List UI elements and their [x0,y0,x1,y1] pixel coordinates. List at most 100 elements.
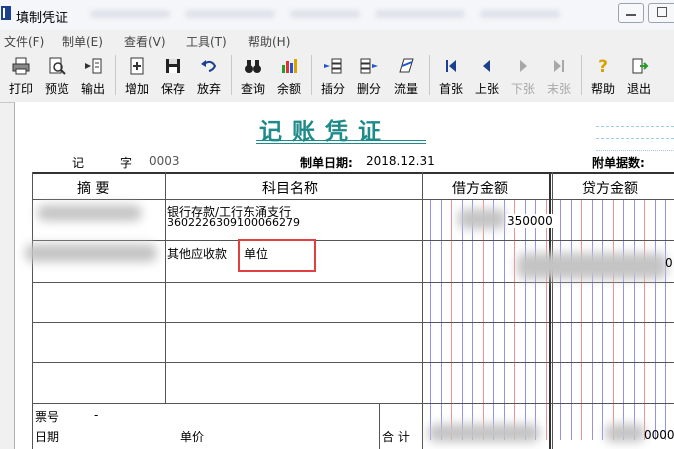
total-label: 合 计 [382,430,410,444]
amount-digit-line [482,200,484,440]
balance-button[interactable]: 余额 [271,53,307,100]
amount-digit-line [602,200,603,440]
menu-help[interactable]: 帮助(H) [248,33,290,50]
toolbar-separator [429,55,430,95]
save-label: 保存 [160,82,185,96]
amount-digit-line [472,200,473,440]
amount-digit-line [581,200,582,440]
insert-entry-label: 插分 [320,82,345,96]
voucher-date[interactable]: 2018.12.31 [366,154,435,168]
last-label: 末张 [546,82,571,96]
last-icon [554,60,564,72]
binoculars-icon [245,60,261,73]
insert-row-icon [324,58,342,74]
ticket-no-label: 票号 [35,410,60,424]
amount-digit-line [560,200,561,440]
amount-digit-line [612,200,614,440]
minimize-button[interactable] [618,3,644,23]
ticket-no-value: - [94,408,99,422]
dashed-guide [596,126,674,127]
amount-digit-line [633,200,635,440]
bar-chart-icon [282,59,297,73]
preview-button[interactable]: 预览 [39,53,75,100]
help-button[interactable]: ? 帮助 [585,53,621,100]
redacted-summary [25,244,157,262]
amount-digit-line [451,200,452,440]
exit-label: 退出 [626,82,651,96]
title-underline [256,140,426,141]
export-icon [85,58,102,74]
svg-text:?: ? [598,57,608,76]
redacted-total [428,424,540,442]
blurred-tab [290,10,360,18]
delete-entry-button[interactable]: 删分 [351,53,387,100]
export-button[interactable]: 输出 [75,53,111,100]
print-button[interactable]: 打印 [3,53,39,100]
grid-line [32,282,674,283]
menu-view[interactable]: 查看(V) [124,33,166,50]
toolbar-separator [231,55,232,95]
magnifier-icon [49,57,66,75]
exit-door-icon [632,58,649,74]
voucher-number-label: 字 [120,156,133,170]
last-button[interactable]: 末张 [541,53,577,100]
amount-digit-line [535,200,536,440]
question-icon: ? [598,57,608,76]
insert-entry-button[interactable]: 插分 [315,53,351,100]
header-account: 科目名称 [262,181,318,197]
toolbar-separator [581,55,582,95]
cash-flow-icon [399,58,414,73]
exit-button[interactable]: 退出 [621,53,657,100]
toolbar-separator [115,55,116,95]
add-button[interactable]: 增加 [119,53,155,100]
amount-digit-line [503,200,505,440]
redacted-amount [517,253,667,279]
next-button[interactable]: 下张 [505,53,541,100]
attachments-label: 附单据数: [592,156,645,170]
amount-digit-line [545,200,547,440]
help-label: 帮助 [590,82,615,96]
menu-tools[interactable]: 工具(T) [186,33,227,50]
unit-price-label: 单价 [180,430,205,444]
dashed-guide [596,138,674,139]
voucher-number[interactable]: 0003 [149,154,180,168]
menu-file[interactable]: 文件(F) [4,33,44,50]
prev-label: 上张 [474,82,499,96]
amount-digit-line [644,200,645,440]
voucher-type-label: 记 [72,156,85,170]
amount-digit-line [665,200,666,440]
credit-amount[interactable]: 0 [665,256,673,270]
amount-digit-line [440,200,442,440]
print-label: 打印 [8,82,33,96]
discard-button[interactable]: 放弃 [191,53,227,100]
amount-digit-line [570,200,572,440]
header-credit: 贷方金额 [582,181,638,197]
preview-label: 预览 [44,82,69,96]
prev-button[interactable]: 上张 [469,53,505,100]
account-name[interactable]: 其他应收款 [167,245,227,262]
footer-date-label: 日期 [35,430,60,444]
auxiliary-input[interactable]: 单位 [244,245,268,262]
amount-digit-line [623,200,624,440]
dashed-guide [596,150,674,151]
export-label: 输出 [80,82,105,96]
amount-digit-line [524,200,526,440]
blurred-tab [185,10,275,18]
save-button[interactable]: 保存 [155,53,191,100]
amount-digit-line [493,200,494,440]
cash-flow-button[interactable]: 流量 [387,53,425,100]
amount-digit-line [514,200,515,440]
add-doc-icon [130,57,144,75]
undo-icon [201,60,217,72]
grid-line [32,240,674,241]
query-button[interactable]: 查询 [235,53,271,100]
prev-icon [483,60,490,72]
maximize-button[interactable] [648,3,674,23]
app-icon [1,6,11,20]
delete-row-icon [360,58,378,74]
first-button[interactable]: 首张 [433,53,469,100]
debit-amount[interactable]: 350000 [506,214,554,228]
grid-line [379,403,380,449]
menu-voucher[interactable]: 制单(E) [62,33,103,50]
first-icon [446,60,456,72]
